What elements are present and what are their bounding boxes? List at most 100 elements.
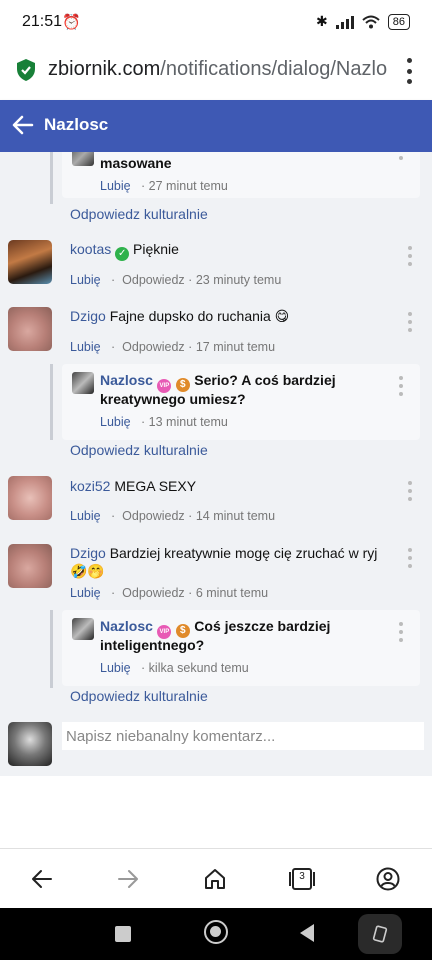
reply-button[interactable]: Odpowiedz	[122, 273, 185, 287]
back-arrow-icon[interactable]	[12, 114, 34, 136]
avatar[interactable]	[72, 152, 94, 166]
reply-item: Nazlosc VIP $ Serio? A coś bardziej krea…	[62, 364, 420, 440]
reply-text: Serio? A coś bardziej	[194, 372, 336, 388]
like-button[interactable]: Lubię	[70, 340, 101, 354]
browser-bottom-nav: 3	[0, 848, 432, 908]
browser-menu-icon[interactable]	[406, 58, 412, 84]
url-path: /notifications/dialog/Nazlo	[160, 58, 388, 80]
url-domain: zbiornik.com	[48, 58, 161, 80]
arrow-right-icon	[118, 870, 138, 888]
comment-text: MEGA SEXY	[114, 478, 197, 494]
comment-body: Dzigo Bardziej kreatywnie mogę cię zruch…	[70, 545, 377, 561]
avatar[interactable]	[8, 544, 52, 588]
battery-indicator: 86	[387, 13, 410, 30]
comment-author[interactable]: Dzigo	[70, 308, 106, 324]
avatar[interactable]	[72, 372, 94, 394]
nav-forward-button[interactable]	[112, 863, 144, 895]
comment-time: 17 minut temu	[195, 340, 276, 354]
coin-badge-icon: $	[175, 378, 190, 392]
more-options-icon[interactable]	[398, 622, 404, 642]
verified-icon: ✓	[115, 247, 130, 261]
nav-account-button[interactable]	[372, 863, 404, 895]
reply-politely-link[interactable]: Odpowiedz kulturalnie	[70, 206, 208, 222]
home-icon	[205, 869, 225, 889]
account-icon	[376, 867, 400, 891]
reply-politely-link[interactable]: Odpowiedz kulturalnie	[70, 442, 208, 458]
avatar[interactable]	[8, 476, 52, 520]
arrow-left-icon	[32, 870, 52, 888]
reply-text-line2: kreatywnego umiesz?	[100, 391, 246, 407]
comment-text: Fajne dupsko do ruchania 😋	[109, 308, 290, 324]
like-button[interactable]: Lubię	[100, 415, 131, 429]
comment-meta: Lubię · Odpowiedz · 6 minut temu	[70, 586, 269, 600]
nav-back-button[interactable]	[26, 863, 58, 895]
reply-meta: Lubię · kilka sekund temu	[100, 661, 249, 675]
reply-politely-link[interactable]: Odpowiedz kulturalnie	[70, 688, 208, 704]
comment-text-line2: 🤣🤭	[70, 563, 105, 579]
comment-body: Dzigo Fajne dupsko do ruchania 😋	[70, 308, 289, 325]
comment-time: 27 minut temu	[148, 179, 228, 193]
like-button[interactable]: Lubię	[70, 509, 101, 523]
like-button[interactable]: Lubię	[70, 273, 101, 287]
avatar[interactable]	[72, 618, 94, 640]
like-button[interactable]: Lubię	[70, 586, 101, 600]
reply-indent-bar	[50, 364, 53, 440]
more-options-icon[interactable]	[407, 548, 413, 568]
signal-icon	[335, 15, 354, 29]
comment-time: 23 minuty temu	[195, 273, 282, 287]
secure-shield-icon	[17, 59, 35, 81]
comment-text: Pięknie	[133, 241, 179, 257]
reply-meta: Lubię · 13 minut temu	[100, 415, 228, 429]
comment-body: kootas ✓ Pięknie	[70, 241, 179, 261]
reply-item: Nazlosc VIP $ Coś jeszcze bardziej intel…	[62, 610, 420, 686]
comment-body: kozi52 MEGA SEXY	[70, 478, 196, 494]
reply-meta: Lubię · 27 minut temu	[100, 179, 228, 193]
comment-text: Bardziej kreatywnie mogę cię zruchać w r…	[109, 545, 378, 561]
reply-button[interactable]: Odpowiedz	[122, 509, 185, 523]
avatar[interactable]	[8, 240, 52, 284]
more-options-icon[interactable]	[407, 481, 413, 501]
avatar[interactable]	[8, 307, 52, 351]
status-bar: 21:51 ⏰ ✱ 86	[0, 0, 432, 44]
system-back-icon[interactable]	[300, 924, 314, 942]
more-options-icon[interactable]	[407, 246, 413, 266]
comment-time: 14 minut temu	[195, 509, 276, 523]
comment-author[interactable]: Nazlosc	[100, 372, 153, 388]
rotate-icon[interactable]	[358, 914, 402, 954]
like-button[interactable]: Lubię	[100, 661, 131, 675]
status-time: 21:51	[22, 13, 63, 30]
alarm-icon: ⏰	[62, 14, 81, 31]
comment-thread[interactable]: masowane Lubię · 27 minut temu Odpowiedz…	[0, 152, 432, 776]
more-options-icon[interactable]	[398, 376, 404, 396]
comment-time: 6 minut temu	[195, 586, 269, 600]
comment-author[interactable]: kozi52	[70, 478, 110, 494]
reply-text: masowane	[100, 155, 172, 171]
more-options-icon[interactable]	[407, 312, 413, 332]
comment-author[interactable]: Nazlosc	[100, 618, 153, 634]
url-text[interactable]: zbiornik.com/notifications/dialog/Nazlo	[48, 58, 388, 81]
avatar[interactable]	[8, 722, 52, 766]
comment-author[interactable]: Dzigo	[70, 545, 106, 561]
bluetooth-icon: ✱	[316, 13, 328, 29]
recents-icon[interactable]	[115, 926, 131, 942]
more-options-icon[interactable]	[398, 152, 404, 160]
reply-button[interactable]: Odpowiedz	[122, 586, 185, 600]
comment-author[interactable]: kootas	[70, 241, 111, 257]
browser-url-bar[interactable]: zbiornik.com/notifications/dialog/Nazlo	[0, 44, 432, 100]
system-navigation-bar	[0, 908, 432, 960]
like-button[interactable]: Lubię	[100, 179, 131, 193]
nav-tabs-button[interactable]: 3	[286, 863, 318, 895]
wifi-icon	[362, 15, 380, 28]
reply-body: Nazlosc VIP $ Coś jeszcze bardziej	[100, 618, 330, 639]
comment-input-container[interactable]	[62, 722, 424, 750]
app-header: Nazlosc	[0, 100, 432, 152]
reply-indent-bar	[50, 152, 53, 204]
home-circle-icon[interactable]	[204, 920, 228, 944]
nav-home-button[interactable]	[199, 863, 231, 895]
comment-meta: Lubię · Odpowiedz · 23 minuty temu	[70, 273, 282, 287]
reply-text: Coś jeszcze bardziej	[194, 618, 331, 634]
reply-text-line2: inteligentnego?	[100, 637, 205, 653]
reply-button[interactable]: Odpowiedz	[122, 340, 185, 354]
comment-input[interactable]	[62, 722, 424, 750]
comment-meta: Lubię · Odpowiedz · 17 minut temu	[70, 340, 276, 354]
